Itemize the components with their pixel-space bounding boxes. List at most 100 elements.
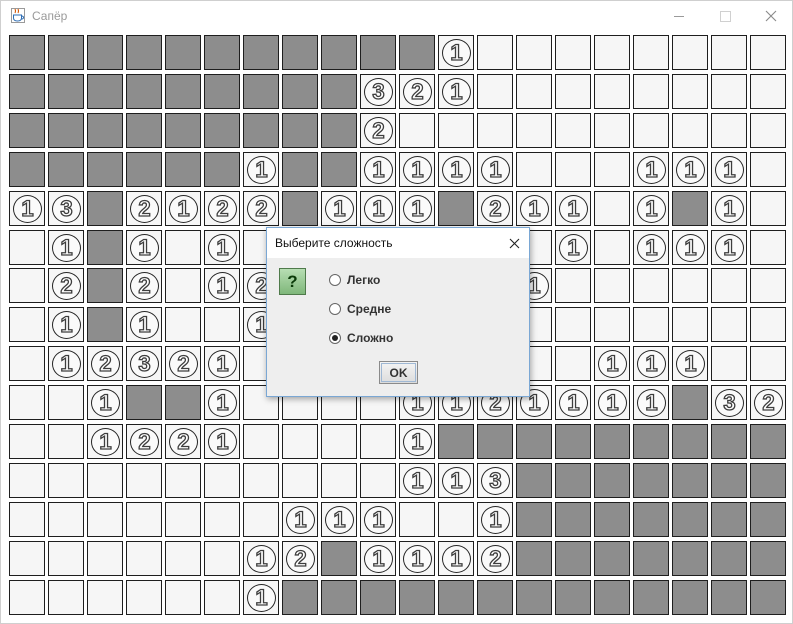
board-cell[interactable] — [633, 307, 669, 342]
board-cell[interactable]: 1 — [438, 541, 474, 576]
board-cell[interactable]: 1 — [399, 191, 435, 226]
board-cell[interactable] — [516, 152, 552, 187]
board-cell[interactable] — [321, 541, 357, 576]
board-cell[interactable]: 3 — [477, 463, 513, 498]
board-cell[interactable] — [126, 385, 162, 420]
board-cell[interactable] — [126, 541, 162, 576]
board-cell[interactable] — [204, 502, 240, 537]
board-cell[interactable] — [165, 152, 201, 187]
board-cell[interactable] — [243, 502, 279, 537]
board-cell[interactable]: 1 — [321, 191, 357, 226]
board-cell[interactable]: 1 — [282, 502, 318, 537]
board-cell[interactable] — [477, 35, 513, 70]
board-cell[interactable]: 1 — [594, 385, 630, 420]
board-cell[interactable] — [243, 463, 279, 498]
board-cell[interactable] — [672, 35, 708, 70]
board-cell[interactable]: 1 — [672, 346, 708, 381]
board-cell[interactable]: 1 — [438, 35, 474, 70]
board-cell[interactable] — [165, 113, 201, 148]
board-cell[interactable] — [165, 541, 201, 576]
board-cell[interactable] — [594, 152, 630, 187]
board-cell[interactable] — [360, 35, 396, 70]
board-cell[interactable] — [672, 268, 708, 303]
board-cell[interactable]: 1 — [633, 346, 669, 381]
board-cell[interactable] — [750, 424, 786, 459]
board-cell[interactable] — [711, 346, 747, 381]
board-cell[interactable]: 1 — [438, 74, 474, 109]
board-cell[interactable] — [87, 74, 123, 109]
board-cell[interactable] — [204, 307, 240, 342]
board-cell[interactable]: 2 — [87, 346, 123, 381]
board-cell[interactable] — [48, 424, 84, 459]
board-cell[interactable]: 1 — [399, 463, 435, 498]
board-cell[interactable] — [672, 541, 708, 576]
board-cell[interactable] — [633, 424, 669, 459]
board-cell[interactable] — [711, 113, 747, 148]
board-cell[interactable] — [594, 502, 630, 537]
board-cell[interactable]: 1 — [711, 191, 747, 226]
board-cell[interactable] — [282, 35, 318, 70]
board-cell[interactable] — [48, 74, 84, 109]
board-cell[interactable]: 1 — [633, 191, 669, 226]
board-cell[interactable] — [516, 35, 552, 70]
board-cell[interactable] — [594, 580, 630, 615]
board-cell[interactable] — [399, 113, 435, 148]
board-cell[interactable] — [9, 268, 45, 303]
board-cell[interactable] — [204, 463, 240, 498]
board-cell[interactable] — [516, 541, 552, 576]
board-cell[interactable] — [321, 152, 357, 187]
board-cell[interactable] — [48, 580, 84, 615]
board-cell[interactable] — [555, 346, 591, 381]
board-cell[interactable] — [360, 424, 396, 459]
board-cell[interactable]: 3 — [360, 74, 396, 109]
board-cell[interactable] — [555, 113, 591, 148]
radio-easy[interactable] — [329, 274, 341, 286]
board-cell[interactable] — [672, 74, 708, 109]
board-cell[interactable] — [9, 230, 45, 265]
board-cell[interactable] — [9, 385, 45, 420]
board-cell[interactable] — [87, 191, 123, 226]
board-cell[interactable] — [750, 74, 786, 109]
board-cell[interactable] — [438, 424, 474, 459]
option-easy[interactable]: Легко — [329, 271, 380, 289]
board-cell[interactable] — [48, 35, 84, 70]
board-cell[interactable] — [87, 502, 123, 537]
board-cell[interactable] — [87, 152, 123, 187]
board-cell[interactable] — [672, 191, 708, 226]
board-cell[interactable] — [516, 74, 552, 109]
board-cell[interactable] — [399, 35, 435, 70]
board-cell[interactable] — [711, 463, 747, 498]
board-cell[interactable] — [165, 385, 201, 420]
board-cell[interactable]: 1 — [516, 191, 552, 226]
board-cell[interactable]: 1 — [555, 230, 591, 265]
board-cell[interactable]: 1 — [165, 191, 201, 226]
board-cell[interactable] — [165, 35, 201, 70]
board-cell[interactable] — [711, 307, 747, 342]
board-cell[interactable] — [126, 74, 162, 109]
board-cell[interactable] — [711, 74, 747, 109]
board-cell[interactable] — [126, 463, 162, 498]
board-cell[interactable] — [672, 307, 708, 342]
board-cell[interactable] — [633, 541, 669, 576]
board-cell[interactable]: 1 — [48, 230, 84, 265]
board-cell[interactable] — [750, 580, 786, 615]
board-cell[interactable] — [48, 502, 84, 537]
board-cell[interactable] — [555, 268, 591, 303]
board-cell[interactable] — [243, 113, 279, 148]
board-cell[interactable] — [594, 230, 630, 265]
board-cell[interactable] — [711, 268, 747, 303]
board-cell[interactable] — [516, 113, 552, 148]
board-cell[interactable] — [555, 502, 591, 537]
board-cell[interactable]: 1 — [555, 191, 591, 226]
board-cell[interactable] — [87, 463, 123, 498]
board-cell[interactable] — [594, 268, 630, 303]
board-cell[interactable]: 2 — [204, 191, 240, 226]
board-cell[interactable]: 2 — [477, 191, 513, 226]
board-cell[interactable]: 1 — [633, 230, 669, 265]
board-cell[interactable] — [594, 307, 630, 342]
board-cell[interactable] — [282, 152, 318, 187]
board-cell[interactable]: 2 — [126, 268, 162, 303]
board-cell[interactable] — [282, 191, 318, 226]
minimize-button[interactable] — [656, 1, 702, 31]
board-cell[interactable] — [477, 424, 513, 459]
